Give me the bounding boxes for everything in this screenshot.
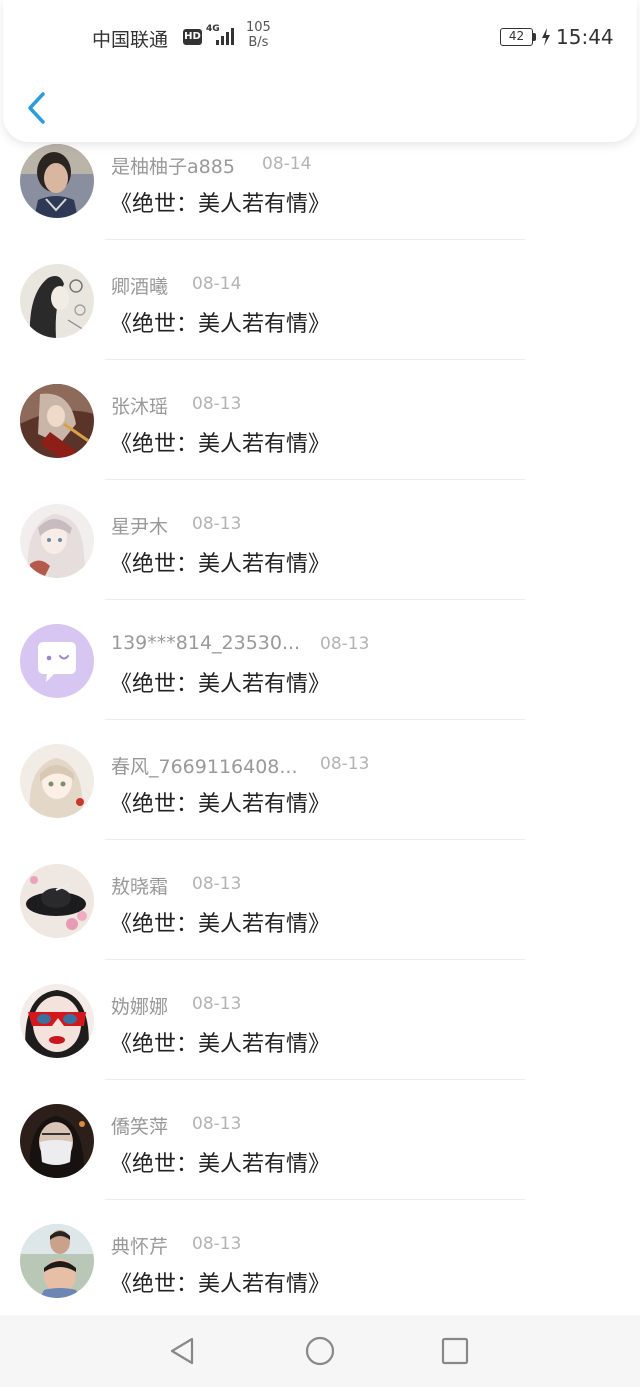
carrier-name: 中国联通 (92, 29, 169, 51)
date: 08-14 (192, 274, 242, 294)
list-item[interactable]: 妫娜娜 08-13 《绝世：美人若有情》 (0, 960, 640, 1080)
clock: 15:44 (556, 25, 614, 49)
date: 08-13 (320, 754, 370, 774)
list-item[interactable]: 僑笑萍 08-13 《绝世：美人若有情》 (0, 1080, 640, 1200)
book-title: 《绝世：美人若有情》 (110, 312, 331, 337)
charging-icon (542, 28, 550, 46)
date: 08-13 (192, 394, 242, 414)
list-item[interactable]: 139***814_23530... 08-13 《绝世：美人若有情》 (0, 600, 640, 720)
list-item[interactable]: 春风_7669116408... 08-13 《绝世：美人若有情》 (0, 720, 640, 840)
date: 08-14 (262, 154, 312, 174)
circle-home-icon (305, 1336, 335, 1366)
user-name: 典怀芹 (111, 1236, 169, 1258)
user-name: 卿酒曦 (111, 276, 169, 298)
user-name: 是柚柚子a885 (111, 156, 235, 178)
avatar[interactable] (20, 264, 94, 338)
list-item[interactable]: 张沐瑶 08-13 《绝世：美人若有情》 (0, 360, 640, 480)
user-name: 张沐瑶 (111, 396, 169, 418)
user-name: 139***814_23530... (111, 632, 301, 654)
status-bar: 中国联通 HD 4G 105 B/s 42 15:44 (3, 0, 637, 72)
hd-icon: HD (183, 29, 202, 45)
avatar[interactable] (20, 1224, 94, 1298)
triangle-back-icon (170, 1337, 194, 1365)
date: 08-13 (192, 514, 242, 534)
net-speed: 105 B/s (246, 20, 271, 50)
book-title: 《绝世：美人若有情》 (110, 552, 331, 577)
nav-back-button[interactable] (162, 1331, 202, 1371)
date: 08-13 (192, 874, 242, 894)
top-bar: 中国联通 HD 4G 105 B/s 42 15:44 (3, 0, 637, 142)
battery-level: 42 (508, 29, 525, 43)
avatar[interactable] (20, 1104, 94, 1178)
list-item[interactable]: 典怀芹 08-13 《绝世：美人若有情》 (0, 1200, 640, 1320)
nav-home-button[interactable] (300, 1331, 340, 1371)
book-title: 《绝世：美人若有情》 (110, 792, 331, 817)
system-nav-bar (0, 1315, 640, 1387)
signal-icon (216, 28, 234, 45)
screen: 中国联通 HD 4G 105 B/s 42 15:44 是柚柚子a885 08-… (0, 0, 640, 1387)
user-list: 是柚柚子a885 08-14 《绝世：美人若有情》 卿酒曦 08-14 《绝世：… (0, 120, 640, 1320)
list-item[interactable]: 敖晓霜 08-13 《绝世：美人若有情》 (0, 840, 640, 960)
avatar[interactable] (20, 624, 94, 698)
battery-tip (533, 33, 536, 41)
list-item[interactable]: 卿酒曦 08-14 《绝世：美人若有情》 (0, 240, 640, 360)
date: 08-13 (192, 1114, 242, 1134)
avatar[interactable] (20, 744, 94, 818)
battery-icon: 42 (500, 28, 533, 46)
user-name: 敖晓霜 (111, 876, 169, 898)
avatar[interactable] (20, 384, 94, 458)
chevron-left-icon (28, 92, 45, 124)
book-title: 《绝世：美人若有情》 (110, 1272, 331, 1297)
user-name: 僑笑萍 (111, 1116, 169, 1138)
book-title: 《绝世：美人若有情》 (110, 192, 331, 217)
date: 08-13 (320, 634, 370, 654)
list-item[interactable]: 星尹木 08-13 《绝世：美人若有情》 (0, 480, 640, 600)
avatar[interactable] (20, 864, 94, 938)
user-name: 妫娜娜 (111, 996, 169, 1018)
avatar[interactable] (20, 504, 94, 578)
back-button[interactable] (21, 88, 53, 128)
date: 08-13 (192, 994, 242, 1014)
book-title: 《绝世：美人若有情》 (110, 432, 331, 457)
net-speed-unit: B/s (248, 35, 269, 50)
date: 08-13 (192, 1234, 242, 1254)
user-name: 星尹木 (111, 516, 169, 538)
square-recents-icon (441, 1337, 469, 1365)
book-title: 《绝世：美人若有情》 (110, 1152, 331, 1177)
user-name: 春风_7669116408... (111, 756, 298, 778)
book-title: 《绝世：美人若有情》 (110, 1032, 331, 1057)
book-title: 《绝世：美人若有情》 (110, 672, 331, 697)
avatar[interactable] (20, 144, 94, 218)
net-speed-value: 105 (246, 20, 271, 35)
book-title: 《绝世：美人若有情》 (110, 912, 331, 937)
avatar[interactable] (20, 984, 94, 1058)
nav-recents-button[interactable] (435, 1331, 475, 1371)
